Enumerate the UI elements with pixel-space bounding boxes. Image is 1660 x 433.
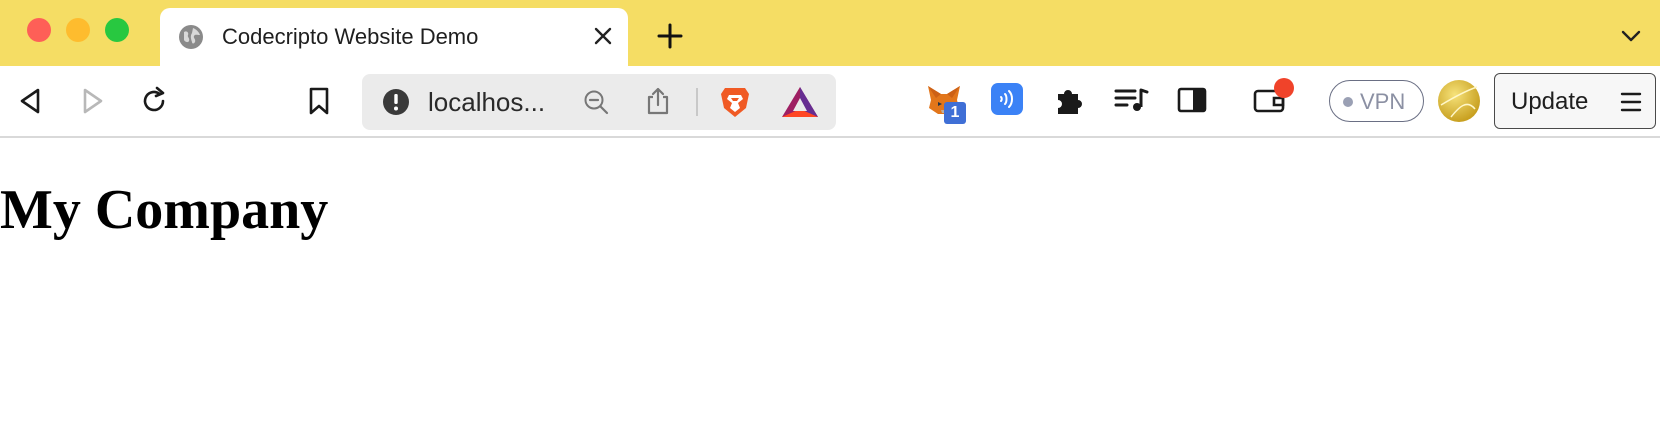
- window-close-button[interactable]: [27, 18, 51, 42]
- profile-avatar-icon[interactable]: [1437, 79, 1481, 123]
- window-maximize-button[interactable]: [105, 18, 129, 42]
- site-info-icon[interactable]: [382, 88, 410, 116]
- url-text[interactable]: localhos...: [428, 87, 545, 118]
- reload-button[interactable]: [137, 84, 171, 118]
- chevron-down-icon[interactable]: [1619, 26, 1643, 46]
- puzzle-icon: [1058, 90, 1082, 114]
- page-content: My Company: [0, 138, 1660, 433]
- playlist-button[interactable]: [1111, 80, 1151, 120]
- close-tab-icon[interactable]: [592, 25, 614, 47]
- forward-button[interactable]: [75, 84, 109, 118]
- back-arrow-icon: [20, 88, 40, 114]
- toolbar: localhos... 1 VPN Update: [0, 66, 1660, 138]
- share-icon[interactable]: [644, 86, 672, 116]
- zoom-out-icon[interactable]: [582, 88, 610, 116]
- browser-window: Codecripto Website Demo localhos... 1 VP…: [0, 0, 1660, 433]
- forward-arrow-icon: [83, 88, 103, 114]
- tab-title: Codecripto Website Demo: [222, 24, 479, 49]
- brave-shields-icon[interactable]: [718, 84, 752, 120]
- wallet-connect-extension[interactable]: [988, 80, 1028, 120]
- reload-icon: [143, 86, 165, 112]
- sidebar-icon: [1177, 87, 1207, 113]
- address-bar-divider: [696, 88, 698, 116]
- metamask-badge: 1: [944, 102, 966, 124]
- tab-strip: Codecripto Website Demo: [0, 0, 1660, 66]
- nfc-icon: [991, 83, 1023, 115]
- update-menu-button[interactable]: Update: [1494, 73, 1656, 129]
- notification-dot: [1274, 78, 1294, 98]
- vpn-label: VPN: [1360, 89, 1406, 114]
- playlist-icon: [1114, 88, 1149, 111]
- extensions-button[interactable]: [1050, 80, 1090, 120]
- brave-rewards-icon[interactable]: [780, 84, 820, 120]
- tab-active[interactable]: Codecripto Website Demo: [160, 8, 628, 66]
- menu-icon: [1620, 92, 1642, 112]
- globe-icon: [179, 25, 203, 49]
- address-bar[interactable]: localhos...: [362, 74, 836, 130]
- sidebar-toggle-button[interactable]: [1172, 80, 1212, 120]
- vpn-button[interactable]: VPN: [1329, 80, 1424, 122]
- wallet-button[interactable]: [1250, 78, 1294, 120]
- bookmark-button[interactable]: [302, 84, 336, 118]
- page-heading: My Company: [0, 179, 329, 241]
- new-tab-icon[interactable]: [656, 22, 684, 50]
- vpn-status-dot: [1343, 97, 1353, 107]
- update-label: Update: [1511, 88, 1589, 115]
- metamask-extension[interactable]: 1: [924, 80, 966, 124]
- bookmark-icon: [309, 87, 329, 115]
- window-minimize-button[interactable]: [66, 18, 90, 42]
- back-button[interactable]: [14, 84, 48, 118]
